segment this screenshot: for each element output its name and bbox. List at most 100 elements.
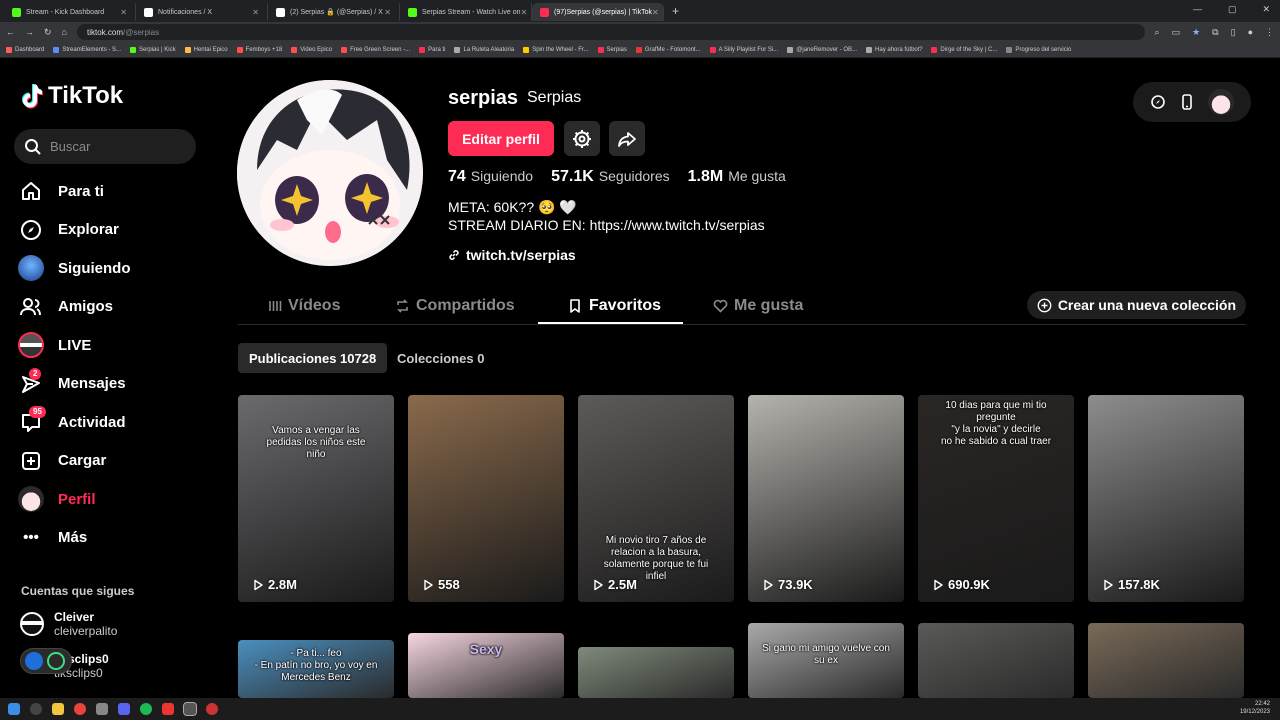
search-taskbar-icon[interactable] xyxy=(30,703,42,715)
search-input[interactable]: Buscar xyxy=(14,129,196,164)
video-card[interactable]: 73.9K xyxy=(748,395,904,602)
video-card[interactable]: 10 dias para que mi tio pregunte "y la n… xyxy=(918,395,1074,602)
bookmark-item[interactable]: Serpias xyxy=(597,46,627,53)
bookmark-item[interactable]: Spin the Wheel - Fr... xyxy=(523,46,589,53)
profile-icon[interactable]: ● xyxy=(1248,27,1253,38)
bookmark-item[interactable]: Femboys +18 xyxy=(236,46,282,53)
browser-tab[interactable]: Serpias Stream - Watch Live on ✕ xyxy=(400,3,532,21)
bookmark-item[interactable]: @janeRemover - OB... xyxy=(787,46,857,53)
video-card[interactable]: Si gano mi amigo vuelve con su ex xyxy=(748,623,904,698)
sidebar-item-mas[interactable]: ••• Más xyxy=(16,519,196,558)
video-card[interactable] xyxy=(578,647,734,698)
mobile-app-icon[interactable] xyxy=(1180,94,1194,110)
bookmark-item[interactable]: Hay ahora fútbol? xyxy=(866,46,922,53)
bookmark-item[interactable]: StreamElements - S... xyxy=(53,46,121,53)
bookmark-item[interactable]: Dashboard xyxy=(6,46,44,53)
cast-icon[interactable]: ▭ xyxy=(1172,27,1181,38)
bookmark-item[interactable]: Free Green Screen -... xyxy=(341,46,410,53)
profile-avatar[interactable] xyxy=(237,80,423,266)
close-icon[interactable]: ✕ xyxy=(384,8,391,17)
close-icon[interactable]: ✕ xyxy=(120,8,127,17)
edit-profile-button[interactable]: Editar perfil xyxy=(448,121,554,156)
followers-stat[interactable]: 57.1K Seguidores xyxy=(551,168,670,186)
overlay-widget-toggle[interactable] xyxy=(20,648,72,674)
menu-icon[interactable]: ⋮ xyxy=(1265,27,1274,38)
share-profile-button[interactable] xyxy=(609,121,645,156)
video-card[interactable] xyxy=(918,623,1074,698)
sidebar-item-cargar[interactable]: Cargar xyxy=(16,442,196,481)
close-window-icon[interactable]: ✕ xyxy=(1262,4,1270,15)
video-card[interactable] xyxy=(1088,623,1244,698)
bookmark-item[interactable]: Dirge of the Sky | C... xyxy=(931,46,997,53)
profile-link[interactable]: twitch.tv/serpias xyxy=(448,247,576,263)
sidebar-item-live[interactable]: LIVE xyxy=(16,326,196,365)
app-icon[interactable] xyxy=(206,703,218,715)
browser-tab[interactable]: Stream - Kick Dashboard ✕ xyxy=(4,3,136,21)
file-explorer-icon[interactable] xyxy=(52,703,64,715)
minimize-icon[interactable]: — xyxy=(1193,4,1202,15)
system-clock[interactable]: 22:42 19/12/2023 xyxy=(1240,700,1270,716)
forward-icon[interactable]: → xyxy=(25,27,34,37)
sidebar-item-para-ti[interactable]: Para ti xyxy=(16,172,196,211)
reload-icon[interactable]: ↻ xyxy=(44,27,52,38)
clock-date: 19/12/2023 xyxy=(1239,709,1270,715)
home-browser-icon[interactable]: ⌂ xyxy=(62,27,67,37)
star-icon[interactable]: ★ xyxy=(1192,27,1200,38)
sidebar-item-explorar[interactable]: Explorar xyxy=(16,211,196,250)
coins-icon[interactable] xyxy=(1150,94,1166,110)
bookmark-item[interactable]: A Silly Playlist For Si... xyxy=(709,46,778,53)
tiktok-logo[interactable]: TikTok xyxy=(20,82,123,110)
sidebar-item-perfil[interactable]: Perfil xyxy=(16,480,196,519)
collections-filter-chip[interactable]: Colecciones 0 xyxy=(386,343,495,373)
tab-shared[interactable]: Compartidos xyxy=(395,288,515,324)
user-avatar-icon[interactable] xyxy=(1208,89,1234,115)
video-card[interactable]: Sexy xyxy=(408,633,564,698)
following-stat[interactable]: 74 Siguiendo xyxy=(448,168,533,186)
url-field[interactable]: tiktok.com/@serpias xyxy=(76,24,1145,40)
browser-tab[interactable]: (2) Serpias 🔒 (@Serpias) / X ✕ xyxy=(268,3,400,21)
app-icon[interactable] xyxy=(162,703,174,715)
bookmark-item[interactable]: Serpias | Kick xyxy=(130,46,176,53)
spotify-icon[interactable] xyxy=(140,703,152,715)
browser-tab[interactable]: Notificaciones / X ✕ xyxy=(136,3,268,21)
close-icon[interactable]: ✕ xyxy=(521,8,528,17)
bookmark-item[interactable]: Progreso del servicio xyxy=(1006,46,1071,53)
bookmark-icon xyxy=(570,299,580,313)
app-icon[interactable] xyxy=(96,703,108,715)
video-card[interactable]: Vamos a vengar las pedidas los niños est… xyxy=(238,395,394,602)
posts-filter-chip[interactable]: Publicaciones 10728 xyxy=(238,343,388,373)
back-icon[interactable]: ← xyxy=(6,27,15,37)
tab-likes[interactable]: Me gusta xyxy=(713,288,803,324)
video-card[interactable]: Mi novio tiro 7 años de relacion a la ba… xyxy=(578,395,734,602)
bookmark-item[interactable]: La Ruleta Aleatoria xyxy=(454,46,514,53)
sidebar-icon[interactable]: ▯ xyxy=(1231,27,1236,38)
sidebar-item-siguiendo[interactable]: Siguiendo xyxy=(16,249,196,288)
close-icon[interactable]: ✕ xyxy=(652,8,659,17)
discord-icon[interactable] xyxy=(118,703,130,715)
bookmark-item[interactable]: Para ti xyxy=(419,46,445,53)
sidebar-item-amigos[interactable]: Amigos xyxy=(16,288,196,327)
video-card[interactable]: 558 xyxy=(408,395,564,602)
new-tab-button[interactable]: + xyxy=(672,4,679,18)
chrome-icon[interactable] xyxy=(74,703,86,715)
start-icon[interactable] xyxy=(8,703,20,715)
tab-favorites[interactable]: Favoritos xyxy=(568,288,661,324)
bookmark-item[interactable]: GrafMe - Fotomont... xyxy=(635,46,701,53)
obs-icon[interactable] xyxy=(183,702,197,716)
bookmark-item[interactable]: Video Epico xyxy=(291,46,332,53)
sidebar-item-actividad[interactable]: 95 Actividad xyxy=(16,403,196,442)
video-card[interactable]: - Pa ti... feo - En patín no bro, yo voy… xyxy=(238,640,394,698)
extensions-icon[interactable]: ⧉ xyxy=(1212,27,1218,38)
sidebar-item-mensajes[interactable]: 2 Mensajes xyxy=(16,365,196,404)
tab-videos[interactable]: Vídeos xyxy=(268,288,340,324)
browser-tab-active[interactable]: (97)Serpias (@serpias) | TikTok ✕ xyxy=(532,3,664,21)
zoom-icon[interactable]: ⌕ xyxy=(1155,27,1160,38)
maximize-icon[interactable]: ▢ xyxy=(1228,4,1237,15)
bookmark-item[interactable]: Hentai Epico xyxy=(184,46,228,53)
settings-button[interactable] xyxy=(564,121,600,156)
followed-account[interactable]: Cleiver cleiverpalito xyxy=(20,610,117,638)
video-card[interactable]: 157.8K xyxy=(1088,395,1244,602)
new-collection-button[interactable]: Crear una nueva colección xyxy=(1026,291,1246,319)
profile-avatar-icon xyxy=(16,484,46,514)
close-icon[interactable]: ✕ xyxy=(252,8,259,17)
